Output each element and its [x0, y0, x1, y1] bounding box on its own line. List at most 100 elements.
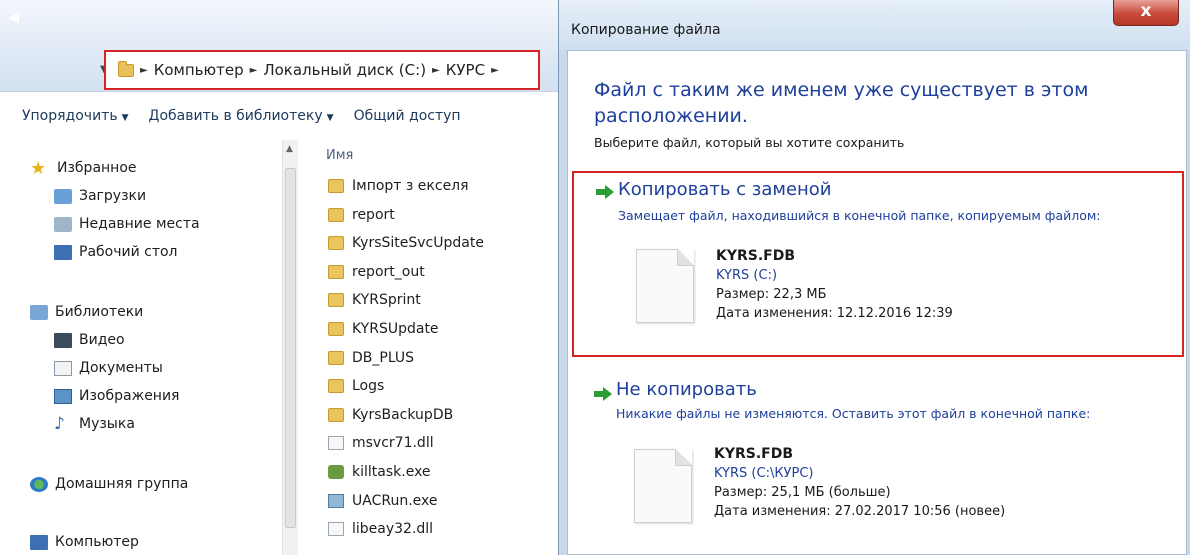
file-list-item[interactable]: Logs	[328, 374, 384, 398]
chevron-right-icon[interactable]: ►	[140, 65, 148, 76]
downloads-folder-icon	[54, 188, 72, 204]
organize-menu[interactable]: Упорядочить ▼	[22, 108, 129, 124]
navigation-scrollbar[interactable]: ▲	[282, 140, 298, 555]
file-list-item[interactable]: Імпорт з екселя	[328, 174, 469, 198]
music-note-icon: ♪	[54, 413, 65, 434]
nav-computer[interactable]: Компьютер	[30, 530, 139, 554]
folder-icon	[328, 236, 344, 251]
libraries-icon	[30, 304, 48, 320]
nav-computer-label: Компьютер	[55, 534, 139, 550]
file-info: KYRS.FDB KYRS (C:) Размер: 22,3 МБ Дата …	[716, 247, 953, 323]
breadcrumb-computer[interactable]: Компьютер	[154, 61, 244, 79]
nav-favorites[interactable]: ★ Избранное	[30, 156, 137, 180]
folder-icon	[328, 207, 344, 222]
file-list-item[interactable]: report_out	[328, 260, 425, 284]
file-name-label: Logs	[352, 378, 385, 395]
file-icon	[636, 249, 694, 323]
nav-libraries[interactable]: Библиотеки	[30, 300, 143, 324]
file-name: KYRS.FDB	[716, 248, 796, 264]
file-name-label: KYRSUpdate	[352, 321, 439, 337]
exe-file-icon	[328, 493, 344, 508]
file-list-item[interactable]: libeay32.dll	[328, 517, 433, 541]
file-name-label: killtask.exe	[352, 464, 431, 480]
dialog-title: Копирование файла	[571, 22, 721, 38]
green-arrow-icon	[596, 185, 614, 199]
copy-and-replace-option[interactable]: Копировать с заменой Замещает файл, нахо…	[572, 171, 1184, 357]
add-to-library-menu[interactable]: Добавить в библиотеку ▼	[149, 108, 334, 124]
scrollbar-thumb[interactable]	[285, 168, 296, 528]
file-list-item[interactable]: KYRSprint	[328, 288, 421, 312]
option-description: Никакие файлы не изменяются. Оставить эт…	[616, 406, 1091, 421]
nav-downloads-label: Загрузки	[79, 188, 147, 204]
close-button[interactable]	[1113, 0, 1179, 26]
chevron-right-icon[interactable]: ►	[491, 65, 499, 76]
dont-copy-option[interactable]: Не копировать Никакие файлы не изменяютс…	[572, 369, 1184, 549]
star-icon: ★	[30, 157, 47, 179]
chevron-right-icon[interactable]: ►	[432, 65, 440, 76]
homegroup-icon	[30, 476, 48, 492]
file-list-item[interactable]: KYRSUpdate	[328, 317, 439, 341]
copy-file-dialog: Копирование файла Файл с таким же именем…	[558, 0, 1190, 555]
desktop-icon	[54, 244, 72, 260]
chevron-down-icon: ▼	[326, 113, 334, 123]
file-list-item[interactable]: msvcr71.dll	[328, 431, 434, 455]
file-name-label: UACRun.exe	[352, 492, 438, 509]
file-list-item[interactable]: KyrsSiteSvcUpdate	[328, 231, 484, 255]
option-title: Не копировать	[616, 379, 757, 400]
breadcrumb-local-disk[interactable]: Локальный диск (C:)	[263, 61, 426, 79]
file-name-label: KyrsBackupDB	[352, 406, 454, 423]
dialog-heading: Файл с таким же именем уже существует в …	[594, 79, 1089, 127]
option-description: Замещает файл, находившийся в конечной п…	[618, 208, 1101, 223]
file-size: Размер: 25,1 МБ (больше)	[714, 485, 891, 500]
nav-recent-label: Недавние места	[79, 216, 200, 232]
video-library-icon	[54, 332, 72, 348]
file-list-item[interactable]: KyrsBackupDB	[328, 403, 453, 427]
breadcrumb-kurs[interactable]: КУРС	[446, 61, 485, 79]
folder-icon	[328, 350, 344, 365]
file-modified: Дата изменения: 27.02.2017 10:56 (новее)	[714, 504, 1006, 519]
pictures-library-icon	[54, 388, 72, 404]
dll-file-icon	[328, 436, 344, 451]
dialog-body: Файл с таким же именем уже существует в …	[567, 50, 1187, 555]
nav-documents[interactable]: Документы	[54, 356, 163, 380]
nav-recent[interactable]: Недавние места	[54, 212, 200, 236]
nav-homegroup[interactable]: Домашняя группа	[30, 472, 188, 496]
share-menu[interactable]: Общий доступ	[354, 108, 461, 124]
file-name: KYRS.FDB	[714, 446, 794, 462]
folder-icon	[118, 60, 134, 77]
file-name-label: msvcr71.dll	[352, 435, 434, 452]
nav-downloads[interactable]: Загрузки	[54, 184, 146, 208]
green-arrow-icon	[594, 387, 612, 401]
explorer-toolbar: Упорядочить ▼ Добавить в библиотеку ▼ Общи…	[0, 98, 560, 134]
file-name-label: libeay32.dll	[352, 521, 434, 538]
nav-libraries-label: Библиотеки	[55, 304, 144, 320]
file-list-item[interactable]: killtask.exe	[328, 460, 431, 484]
recent-places-icon	[54, 216, 72, 232]
file-location: KYRS (C:\КУРС)	[714, 466, 814, 481]
file-list-item[interactable]: report	[328, 203, 395, 227]
computer-icon	[30, 534, 48, 550]
folder-icon	[328, 264, 344, 279]
nav-homegroup-label: Домашняя группа	[55, 476, 189, 492]
file-icon	[634, 449, 692, 523]
column-header-name[interactable]: Имя	[326, 148, 353, 163]
chevron-right-icon[interactable]: ►	[250, 65, 258, 76]
chevron-down-icon: ▼	[121, 113, 129, 123]
address-bar[interactable]: ► Компьютер ► Локальный диск (C:) ► КУРС…	[104, 50, 540, 90]
file-list-item[interactable]: DB_PLUS	[328, 346, 414, 370]
nav-video[interactable]: Видео	[54, 328, 125, 352]
folder-icon	[328, 179, 344, 193]
nav-desktop[interactable]: Рабочий стол	[54, 240, 178, 264]
nav-pictures[interactable]: Изображения	[54, 384, 179, 408]
file-list-item[interactable]: UACRun.exe	[328, 489, 437, 513]
scroll-up-arrow-icon[interactable]: ▲	[286, 144, 293, 154]
file-size: Размер: 22,3 МБ	[716, 287, 827, 302]
folder-icon	[328, 407, 344, 422]
file-name-label: DB_PLUS	[352, 349, 415, 366]
exe-file-icon	[328, 465, 344, 479]
add-to-library-label: Добавить в библиотеку	[148, 108, 323, 124]
nav-desktop-label: Рабочий стол	[79, 244, 178, 260]
nav-music[interactable]: ♪ Музыка	[54, 412, 135, 436]
file-name-label: KyrsSiteSvcUpdate	[352, 235, 484, 252]
nav-video-label: Видео	[79, 332, 125, 348]
